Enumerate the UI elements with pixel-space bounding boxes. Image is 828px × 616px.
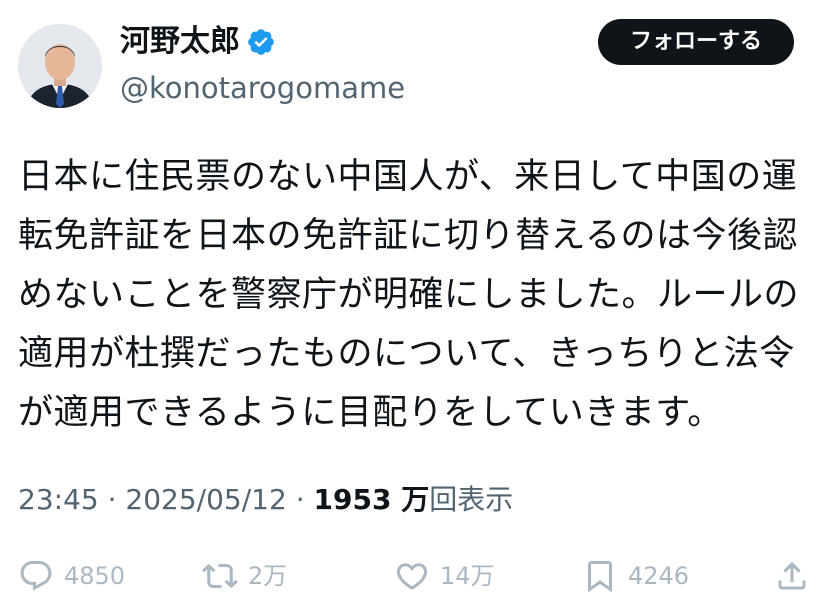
like-count: 14万 (440, 562, 495, 590)
avatar[interactable] (18, 24, 102, 108)
views-label: 回表示 (429, 483, 514, 516)
user-handle[interactable]: @konotarogomame (120, 68, 405, 108)
reply-count: 4850 (64, 562, 126, 590)
tweet-text: 日本に住民票のない中国人が、来日して中国の運 転免許証を日本の免許証に切り替える… (18, 157, 800, 433)
action-bar: 4850 2万 14万 4246 (18, 552, 810, 600)
retweet-icon (202, 563, 238, 589)
heart-icon (396, 563, 428, 590)
tweet-time[interactable]: 23:45 (18, 483, 99, 516)
author-info: 河野太郎 @konotarogomame (120, 22, 405, 108)
tweet-meta: 23:45 · 2025/05/12 · 1953 万回表示 (18, 480, 513, 520)
retweet-count: 2万 (248, 562, 288, 590)
views-count: 1953 万 (313, 483, 430, 516)
display-name[interactable]: 河野太郎 (120, 22, 240, 62)
verified-badge-icon (248, 29, 274, 55)
bookmark-button[interactable]: 4246 (582, 552, 689, 600)
tweet-card: 河野太郎 @konotarogomame フォローする 日本に住民票のない中国人… (0, 0, 828, 616)
meta-separator: · (295, 483, 305, 516)
meta-separator: · (107, 483, 117, 516)
bookmark-count: 4246 (628, 562, 690, 590)
reply-icon (20, 561, 52, 591)
tweet-date[interactable]: 2025/05/12 (125, 483, 286, 516)
share-button[interactable] (774, 552, 810, 600)
name-row: 河野太郎 (120, 22, 405, 62)
retweet-button[interactable]: 2万 (202, 552, 287, 600)
like-button[interactable]: 14万 (394, 552, 495, 600)
profile-photo (18, 24, 102, 108)
reply-button[interactable]: 4850 (18, 552, 125, 600)
bookmark-icon (588, 561, 612, 593)
follow-button[interactable]: フォローする (598, 19, 794, 65)
share-icon (778, 561, 806, 590)
